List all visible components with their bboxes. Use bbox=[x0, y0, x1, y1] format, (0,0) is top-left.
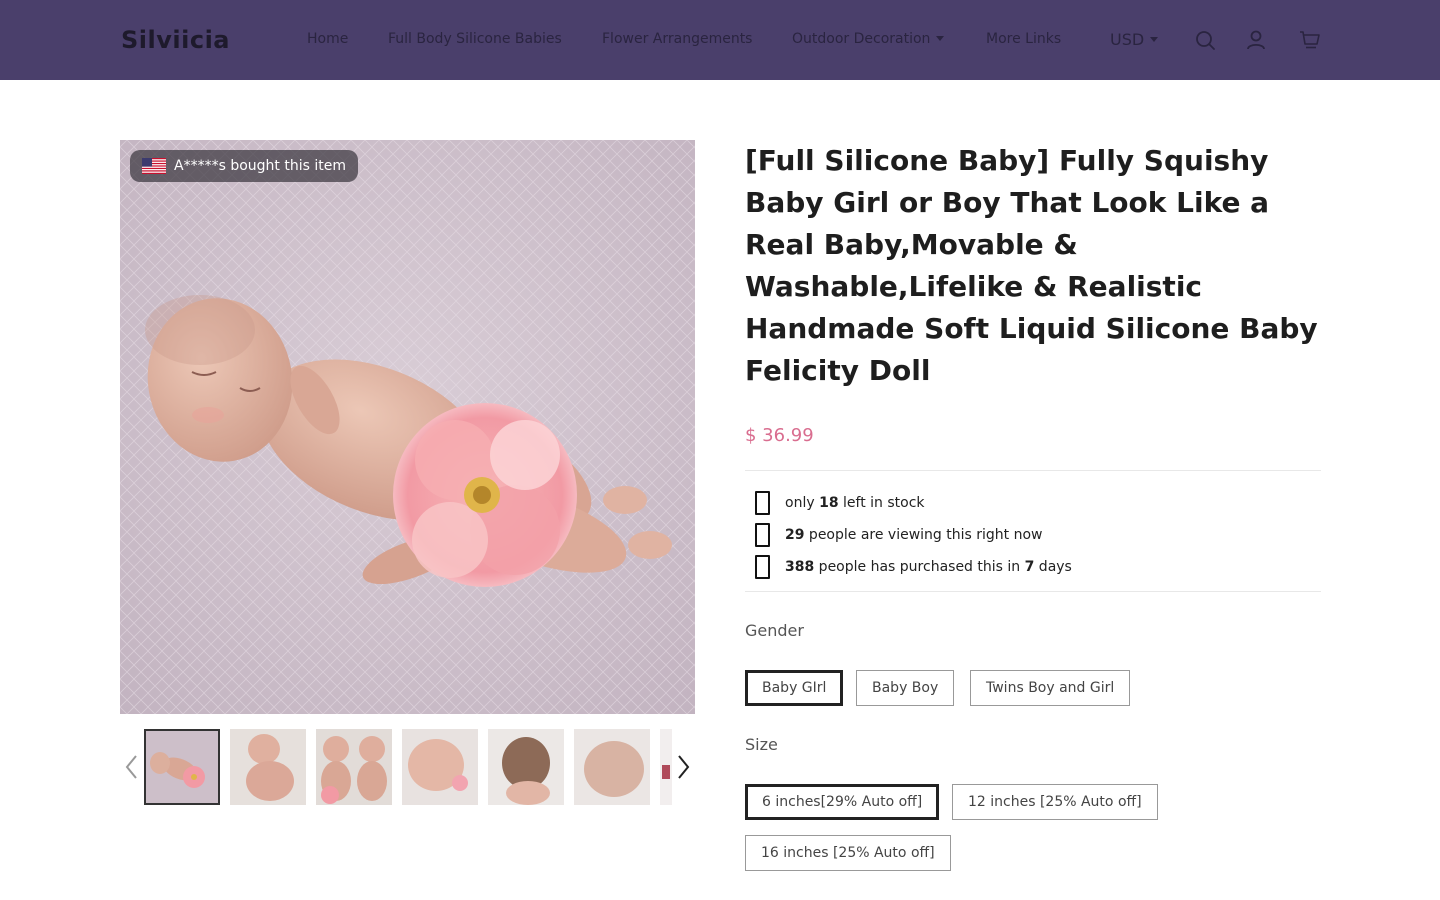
gender-option-baby-girl[interactable]: Baby GIrl bbox=[745, 670, 844, 706]
gender-option-twins[interactable]: Twins Boy and Girl bbox=[970, 670, 1131, 706]
divider bbox=[745, 591, 1321, 592]
stock-text-pre: only bbox=[785, 495, 820, 511]
thumbnail-image bbox=[574, 729, 650, 805]
purchased-status: 388 people has purchased this in 7 days bbox=[745, 553, 1072, 581]
product-title: [Full Silicone Baby] Fully Squishy Baby … bbox=[745, 144, 1318, 387]
site-logo[interactable]: Silviicia bbox=[121, 26, 230, 54]
thumbnail-1[interactable] bbox=[144, 729, 220, 805]
viewing-status: 29 people are viewing this right now bbox=[745, 521, 1043, 549]
stock-count: 18 bbox=[819, 495, 839, 511]
thumbnail-image bbox=[316, 729, 392, 805]
site-header: Silviicia Home Full Body Silicone Babies… bbox=[0, 0, 1440, 80]
bag-icon bbox=[749, 554, 775, 580]
thumbnail-7[interactable] bbox=[660, 729, 672, 805]
viewing-count: 29 bbox=[785, 527, 805, 543]
thumbnail-image bbox=[660, 729, 672, 805]
size-option-12-inches[interactable]: 12 inches [25% Auto off] bbox=[952, 784, 1158, 820]
size-option-16-inches[interactable]: 16 inches [25% Auto off] bbox=[745, 835, 951, 871]
size-option-6-inches[interactable]: 6 inches[29% Auto off] bbox=[745, 784, 940, 820]
thumbnail-strip bbox=[144, 729, 672, 805]
nav-home[interactable]: Home bbox=[307, 31, 348, 47]
gender-option-baby-boy[interactable]: Baby Boy bbox=[856, 670, 955, 706]
nav-outdoor-decoration-label: Outdoor Decoration bbox=[792, 31, 931, 47]
nav-flower-arrangements[interactable]: Flower Arrangements bbox=[602, 31, 752, 47]
currency-label: USD bbox=[1110, 30, 1145, 49]
account-icon[interactable] bbox=[1244, 28, 1268, 52]
gender-label: Gender bbox=[745, 621, 804, 640]
eye-icon bbox=[749, 522, 775, 548]
purchased-text-mid: people has purchased this in bbox=[814, 559, 1025, 575]
purchased-text-post: days bbox=[1034, 559, 1072, 575]
thumbnail-image bbox=[488, 729, 564, 805]
thumbnail-image bbox=[146, 731, 218, 803]
nav-more-links[interactable]: More Links bbox=[986, 31, 1061, 47]
thumbnail-2[interactable] bbox=[230, 729, 306, 805]
search-icon[interactable] bbox=[1193, 28, 1217, 52]
thumbnail-next-arrow-icon[interactable] bbox=[673, 752, 693, 782]
thumbnail-4[interactable] bbox=[402, 729, 478, 805]
stock-icon bbox=[749, 490, 775, 516]
viewing-text: people are viewing this right now bbox=[804, 527, 1043, 543]
thumbnail-5[interactable] bbox=[488, 729, 564, 805]
nav-full-body-silicone-babies[interactable]: Full Body Silicone Babies bbox=[388, 31, 562, 47]
cart-icon[interactable] bbox=[1298, 28, 1322, 52]
us-flag-icon bbox=[142, 158, 166, 174]
size-label: Size bbox=[745, 735, 778, 754]
product-photo bbox=[120, 140, 695, 714]
chevron-down-icon bbox=[1150, 37, 1159, 42]
recent-purchase-text: A*****s bought this item bbox=[174, 158, 346, 174]
thumbnail-3[interactable] bbox=[316, 729, 392, 805]
chevron-down-icon bbox=[936, 35, 945, 41]
product-main-image[interactable] bbox=[120, 140, 695, 714]
stock-text-post: left in stock bbox=[838, 495, 925, 511]
thumbnail-image bbox=[402, 729, 478, 805]
currency-selector[interactable]: USD bbox=[1110, 30, 1159, 49]
thumbnail-6[interactable] bbox=[574, 729, 650, 805]
stock-status: only 18 left in stock bbox=[745, 489, 925, 517]
thumbnail-prev-arrow-icon[interactable] bbox=[122, 752, 142, 782]
recent-purchase-badge: A*****s bought this item bbox=[130, 150, 358, 182]
nav-outdoor-decoration[interactable]: Outdoor Decoration bbox=[792, 31, 945, 47]
purchased-count: 388 bbox=[785, 559, 815, 575]
product-price: $ 36.99 bbox=[745, 425, 814, 446]
thumbnail-image bbox=[230, 729, 306, 805]
purchased-days: 7 bbox=[1024, 559, 1035, 575]
divider bbox=[745, 470, 1321, 471]
